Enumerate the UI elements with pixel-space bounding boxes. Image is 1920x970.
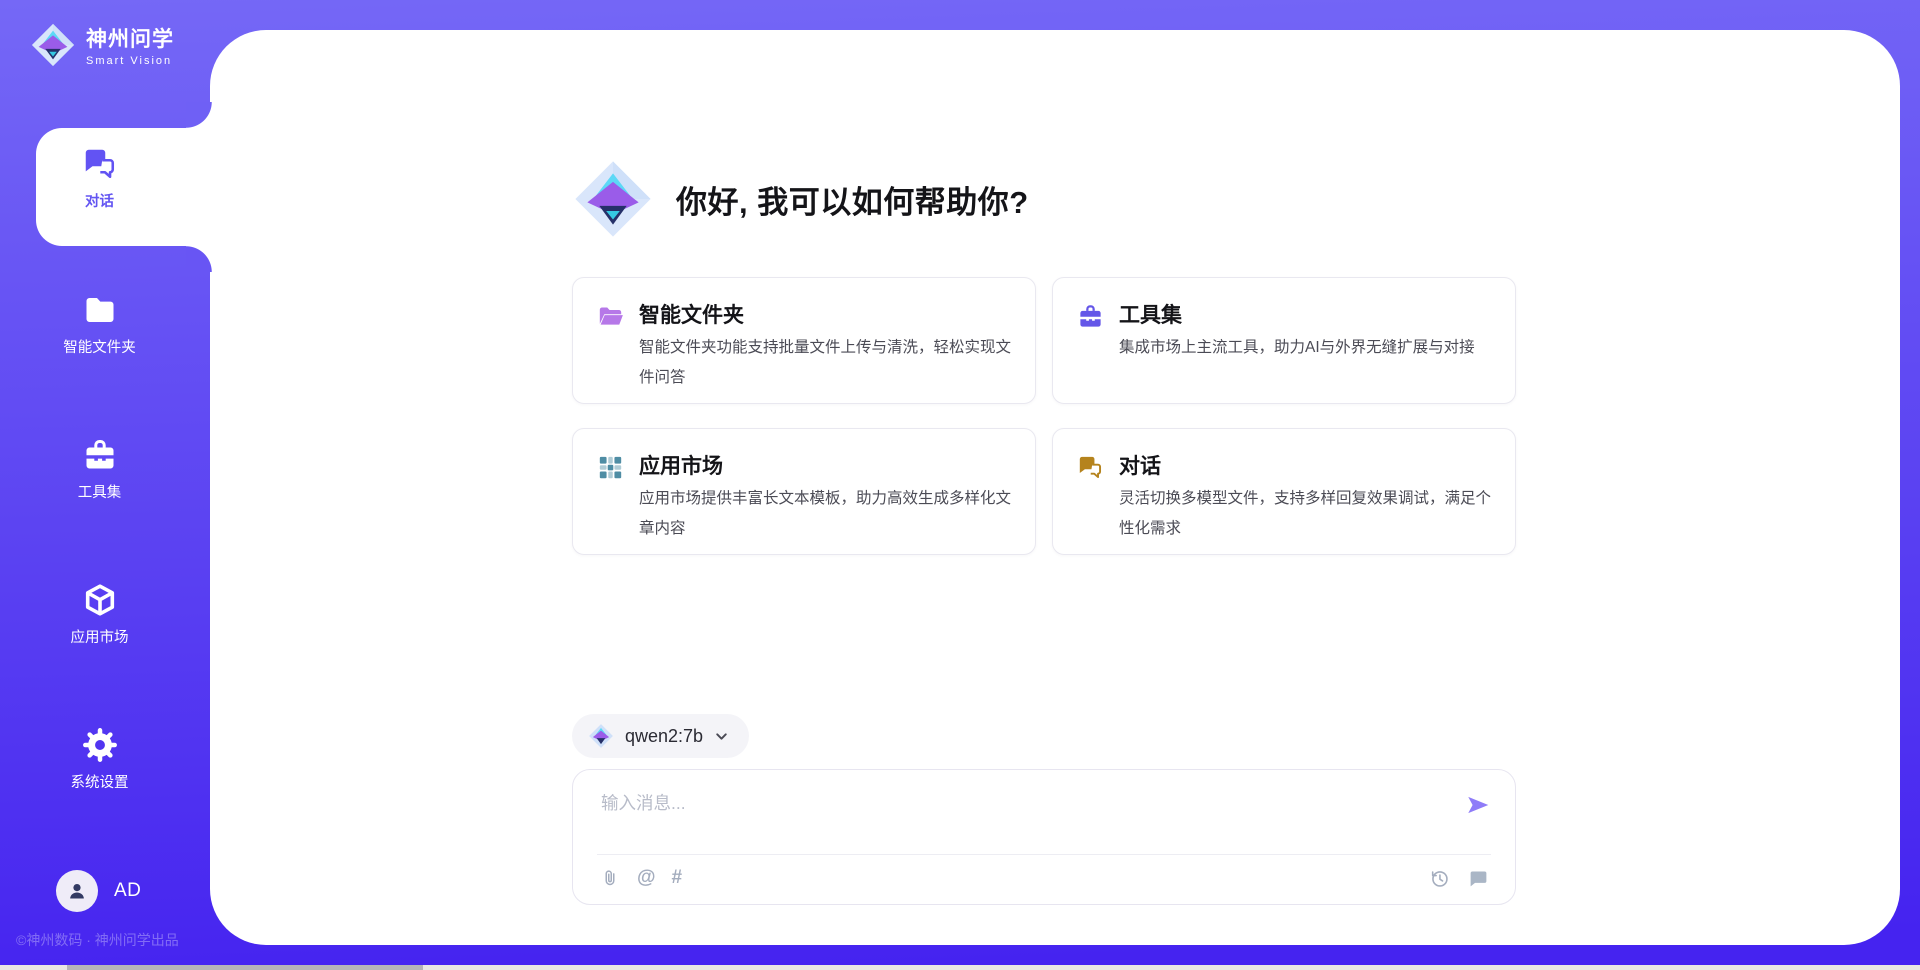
app-window: 神州问学 Smart Vision 对话 智能文件夹 [0,0,1920,970]
chevron-down-icon [714,729,729,744]
new-chat-button[interactable] [1467,867,1489,889]
app-logo-diamond-icon [30,22,76,68]
app-subtitle: Smart Vision [86,55,174,67]
feature-cards: 智能文件夹 智能文件夹功能支持批量文件上传与清洗，轻松实现文件问答 工具集 集成… [572,277,1516,555]
message-input[interactable] [601,790,1431,846]
sidebar-item-smart-folder[interactable]: 智能文件夹 [27,292,172,357]
copyright-footer: ©神州数码 · 神州问学出品 [16,930,179,950]
grid-icon [597,454,624,481]
send-icon[interactable] [1465,792,1491,818]
sidebar-item-app-market[interactable]: 应用市场 [27,582,172,647]
history-icon [1429,868,1450,889]
card-title: 对话 [1119,450,1161,480]
tab-fillet-bottom [186,246,212,272]
sidebar-item-label: 对话 [27,190,172,211]
diamond-logo-icon [588,723,614,749]
sidebar-item-settings[interactable]: 系统设置 [27,727,172,792]
brand: 神州问学 Smart Vision [30,22,174,68]
toolbox-icon [1077,303,1104,330]
sidebar-item-chat[interactable]: 对话 [27,146,172,211]
card-app-market[interactable]: 应用市场 应用市场提供丰富长文本模板，助力高效生成多样化文章内容 [572,428,1036,555]
cube-icon [82,582,118,618]
composer-divider [597,854,1491,855]
folder-icon [82,292,118,328]
user-name: AD [114,880,141,902]
hero-greeting: 你好, 我可以如何帮助你? [572,158,1029,240]
card-description: 集成市场上主流工具，助力AI与外界无缝扩展与对接 [1119,333,1497,363]
card-chat[interactable]: 对话 灵活切换多模型文件，支持多样回复效果调试，满足个性化需求 [1052,428,1516,555]
mention-button[interactable]: @ [637,867,656,889]
sidebar-item-toolset[interactable]: 工具集 [27,437,172,502]
avatar [56,870,98,912]
sidebar: 神州问学 Smart Vision 对话 智能文件夹 [0,0,215,970]
app-title: 神州问学 [86,23,174,53]
history-button[interactable] [1428,867,1450,889]
message-composer: @ # [572,769,1516,905]
sidebar-item-label: 系统设置 [27,771,172,792]
attach-file-button[interactable] [599,867,621,889]
person-icon [65,879,89,903]
composer-tools-right [1428,867,1489,889]
sidebar-item-label: 应用市场 [27,626,172,647]
card-smart-folder[interactable]: 智能文件夹 智能文件夹功能支持批量文件上传与清洗，轻松实现文件问答 [572,277,1036,404]
sidebar-item-label: 智能文件夹 [27,336,172,357]
model-selector[interactable]: qwen2:7b [572,714,749,758]
card-title: 智能文件夹 [639,299,744,329]
gear-icon [82,727,118,763]
card-description: 灵活切换多模型文件，支持多样回复效果调试，满足个性化需求 [1119,484,1497,544]
horizontal-scrollbar[interactable] [0,965,1920,970]
folder-open-icon [597,303,624,330]
scrollbar-thumb[interactable] [67,965,423,970]
card-title: 工具集 [1119,299,1182,329]
card-title: 应用市场 [639,450,723,480]
sidebar-item-label: 工具集 [27,481,172,502]
composer-tools-left: @ # [599,867,682,889]
tab-fillet-top [186,102,212,128]
card-toolset[interactable]: 工具集 集成市场上主流工具，助力AI与外界无缝扩展与对接 [1052,277,1516,404]
paperclip-icon [600,867,620,889]
chat-bubble-icon [1468,868,1489,889]
user-account[interactable]: AD [56,870,141,912]
model-name: qwen2:7b [625,726,703,747]
card-description: 智能文件夹功能支持批量文件上传与清洗，轻松实现文件问答 [639,333,1017,393]
toolbox-icon [82,437,118,473]
diamond-logo-icon [572,158,654,240]
hash-icon: # [672,867,683,888]
chat-icon [1077,454,1104,481]
chat-icon [82,146,118,182]
topic-button[interactable]: # [672,867,683,889]
at-icon: @ [637,867,656,888]
card-description: 应用市场提供丰富长文本模板，助力高效生成多样化文章内容 [639,484,1017,544]
greeting-title: 你好, 我可以如何帮助你? [676,177,1029,222]
